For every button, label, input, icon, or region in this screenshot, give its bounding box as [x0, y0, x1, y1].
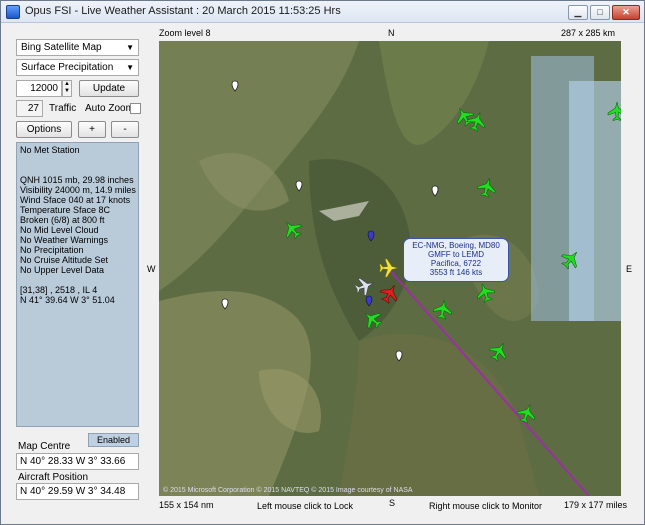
info-line: No Precipitation [20, 245, 84, 255]
map-type-select[interactable]: Bing Satellite Map ▼ [16, 39, 139, 56]
zoom-in-button[interactable]: + [78, 121, 106, 138]
options-button[interactable]: Options [16, 121, 72, 138]
info-line: Visibility 24000 m, 14.9 miles [20, 185, 136, 195]
info-line: QNH 1015 mb, 29.98 inches [20, 175, 134, 185]
compass-north: N [388, 28, 395, 38]
info-line: No Mid Level Cloud [20, 225, 99, 235]
compass-east: E [626, 264, 633, 274]
map-type-value: Bing Satellite Map [21, 42, 102, 53]
close-button[interactable]: ✕ [612, 5, 640, 20]
overlay-value: Surface Precipitation [21, 62, 114, 73]
auto-zoom-checkbox[interactable] [130, 103, 141, 114]
info-line: Broken (6/8) at 800 ft [20, 215, 105, 225]
close-icon: ✕ [622, 7, 630, 17]
spin-up-icon[interactable]: ▲ [63, 81, 71, 88]
info-line [20, 165, 135, 175]
title-bar[interactable]: Opus FSI - Live Weather Assistant : 20 M… [1, 1, 644, 23]
maximize-button[interactable]: □ [590, 5, 610, 20]
maximize-icon: □ [597, 7, 603, 17]
chevron-down-icon: ▼ [126, 63, 134, 72]
compass-south: S [389, 498, 396, 508]
flight-callsign: EC-NMG, Boeing, MD80 [412, 241, 500, 250]
aircraft-position-label: Aircraft Position [18, 472, 89, 483]
precipitation-area [569, 81, 621, 321]
zoom-level-label: Zoom level 8 [159, 28, 211, 38]
update-button[interactable]: Update [79, 80, 139, 97]
enabled-status[interactable]: Enabled [88, 433, 139, 447]
map-size-km: 287 x 285 km [561, 28, 616, 38]
map-centre-field[interactable]: N 40° 28.33 W 3° 33.66 [16, 453, 139, 470]
weather-info-panel: No Met Station QNH 1015 mb, 29.98 inches… [16, 142, 139, 427]
info-line: N 41° 39.64 W 3° 51.04 [20, 295, 115, 305]
spin-down-icon[interactable]: ▼ [63, 88, 71, 95]
map-centre-label: Map Centre [18, 441, 71, 452]
satellite-map[interactable]: EC-NMG, Boeing, MD80 GMFF to LEMD Pacifi… [159, 41, 621, 496]
map-size-nm: 155 x 154 nm [159, 500, 214, 510]
app-window: Opus FSI - Live Weather Assistant : 20 M… [0, 0, 645, 525]
info-line: No Upper Level Data [20, 265, 105, 275]
info-line [20, 155, 135, 165]
flight-route: GMFF to LEMD [427, 250, 484, 259]
info-line: No Met Station [20, 145, 80, 155]
traffic-label: Traffic [49, 103, 77, 114]
traffic-count: 27 [16, 100, 43, 117]
altitude-spinner[interactable]: ▲ ▼ [62, 80, 72, 97]
flight-alt-speed: 3553 ft 146 kts [429, 268, 483, 277]
overlay-select[interactable]: Surface Precipitation ▼ [16, 59, 139, 76]
minimize-icon: ▁ [574, 7, 582, 17]
minimize-button[interactable]: ▁ [568, 5, 588, 20]
right-click-hint: Right mouse click to Monitor [429, 501, 543, 511]
app-icon [6, 5, 20, 19]
zoom-out-button[interactable]: - [111, 121, 139, 138]
altitude-input[interactable]: 12000 [16, 80, 62, 97]
flight-airline: Pacifica, 6722 [430, 259, 482, 268]
map-copyright: © 2015 Microsoft Corporation © 2015 NAVT… [163, 487, 413, 494]
info-line: Temperature Sface 8C [20, 205, 111, 215]
aircraft-position-field[interactable]: N 40° 29.59 W 3° 34.48 [16, 483, 139, 500]
flight-info-tooltip: EC-NMG, Boeing, MD80 GMFF to LEMD Pacifi… [403, 238, 509, 282]
left-click-hint: Left mouse click to Lock [257, 501, 354, 511]
map-size-miles: 179 x 177 miles [564, 500, 628, 510]
info-line: No Cruise Altitude Set [20, 255, 109, 265]
chevron-down-icon: ▼ [126, 43, 134, 52]
info-line: No Weather Warnings [20, 235, 109, 245]
map-canvas [159, 41, 621, 496]
auto-zoom-label: Auto Zoom [85, 103, 134, 114]
window-title: Opus FSI - Live Weather Assistant : 20 M… [25, 5, 341, 17]
info-line: [31,38] , 2518 , IL 4 [20, 285, 98, 295]
info-line [20, 275, 135, 285]
info-line: Wind Sface 040 at 17 knots [20, 195, 131, 205]
compass-west: W [147, 264, 156, 274]
